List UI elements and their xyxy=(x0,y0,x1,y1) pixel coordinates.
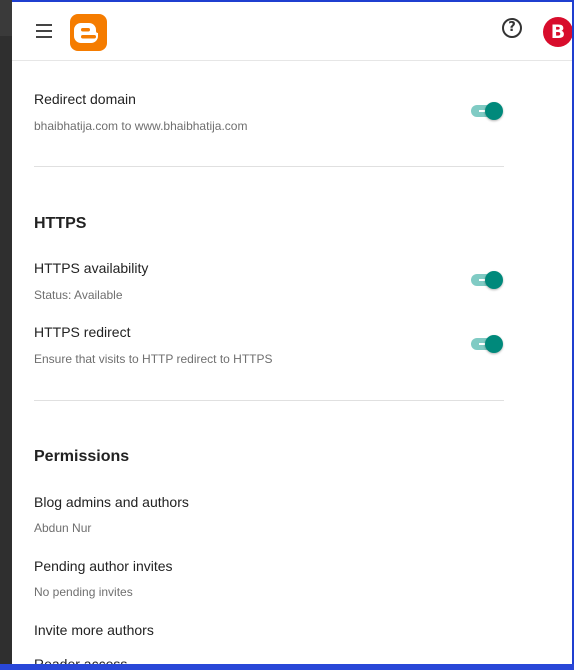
pending-invites-subtitle: No pending invites xyxy=(34,585,133,599)
top-app-bar: ? B xyxy=(12,2,572,61)
section-divider xyxy=(34,400,504,401)
https-section-heading: HTTPS xyxy=(34,215,87,232)
account-avatar[interactable]: B xyxy=(543,17,572,47)
left-window-frame xyxy=(0,0,12,670)
blogger-logo-icon[interactable] xyxy=(70,14,107,51)
redirect-domain-title: Redirect domain xyxy=(34,91,136,107)
blog-admins-authors-link[interactable]: Blog admins and authors xyxy=(34,494,189,510)
blog-admins-subtitle: Abdun Nur xyxy=(34,521,92,535)
bottom-taskbar-strip xyxy=(0,664,574,670)
hamburger-menu-icon[interactable] xyxy=(34,21,56,41)
redirect-domain-toggle[interactable] xyxy=(471,101,505,121)
https-redirect-toggle[interactable] xyxy=(471,334,505,354)
help-circle-icon[interactable]: ? xyxy=(502,18,522,38)
pending-author-invites-link[interactable]: Pending author invites xyxy=(34,558,173,574)
settings-page: ? B Redirect domain bhaibhatija.com to w… xyxy=(12,2,572,664)
redirect-domain-subtitle: bhaibhatija.com to www.bhaibhatija.com xyxy=(34,119,248,133)
https-availability-toggle[interactable] xyxy=(471,270,505,290)
permissions-section-heading: Permissions xyxy=(34,448,130,465)
invite-more-authors-link[interactable]: Invite more authors xyxy=(34,622,154,638)
section-divider xyxy=(34,166,504,167)
https-availability-title: HTTPS availability xyxy=(34,260,149,276)
reader-access-link[interactable]: Reader access xyxy=(34,656,127,664)
https-redirect-subtitle: Ensure that visits to HTTP redirect to H… xyxy=(34,352,273,366)
https-redirect-title: HTTPS redirect xyxy=(34,324,131,340)
https-availability-subtitle: Status: Available xyxy=(34,288,123,302)
